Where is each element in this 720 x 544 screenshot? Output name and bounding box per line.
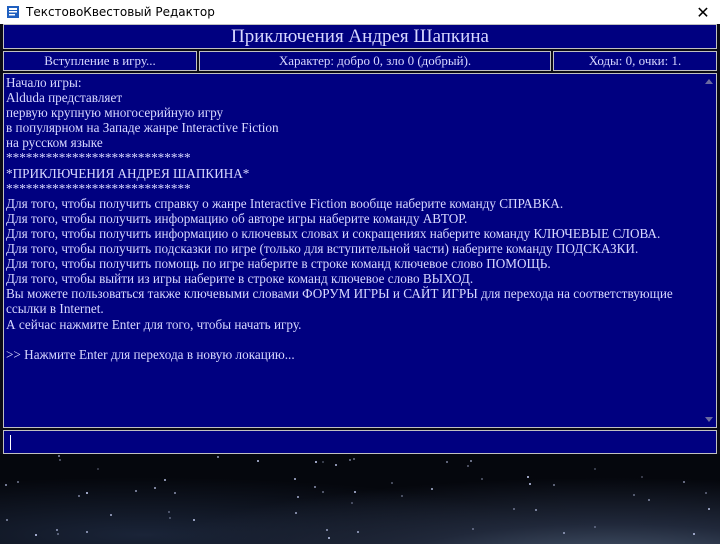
star [527, 476, 529, 478]
window-title: ТекстовоКвестовый Редактор [26, 5, 215, 19]
star [193, 519, 195, 521]
star [164, 479, 166, 481]
star [56, 529, 58, 531]
story-line: Для того, чтобы получить подсказки по иг… [6, 241, 639, 257]
star [78, 495, 80, 497]
story-line: Начало игры: [6, 75, 82, 90]
star [168, 511, 170, 513]
star [529, 483, 531, 485]
star [693, 533, 695, 535]
story-line: Alduda представляет [6, 90, 123, 106]
star [97, 468, 99, 470]
story-line: **************************** [6, 150, 191, 166]
star [5, 484, 7, 486]
star [154, 487, 156, 489]
close-icon: ✕ [696, 2, 710, 22]
star [594, 468, 596, 470]
star [708, 508, 710, 510]
story-line: в популярном на Западе жанре Interactive… [6, 120, 279, 136]
scroll-up-arrow-icon[interactable] [705, 79, 713, 84]
app-icon [7, 6, 19, 18]
star [297, 496, 299, 498]
star [641, 476, 643, 478]
star [86, 531, 88, 533]
status-chapter: Вступление в игру... [3, 51, 197, 71]
story-lines: Начало игры: Alduda представляет первую кр… [6, 75, 702, 362]
star [648, 499, 650, 501]
close-button[interactable]: ✕ [686, 0, 720, 24]
star [322, 461, 324, 463]
game-title: Приключения Андрея Шапкина [3, 24, 717, 49]
starfield-background [0, 454, 720, 544]
star [513, 508, 515, 510]
star [353, 458, 355, 460]
story-line: Вы можете пользоваться также ключевыми с… [6, 286, 673, 317]
story-line [6, 332, 702, 347]
star [357, 531, 359, 533]
star [553, 484, 555, 486]
star [594, 526, 596, 528]
star [446, 461, 448, 463]
story-line: *ПРИКЛЮЧЕНИЯ АНДРЕЯ ШАПКИНА* [6, 165, 250, 181]
star [472, 528, 474, 530]
star [6, 519, 8, 521]
scroll-down-arrow-icon[interactable] [705, 417, 713, 422]
star [257, 460, 259, 462]
star [633, 494, 635, 496]
star [326, 529, 328, 531]
star [315, 461, 317, 463]
star [354, 491, 356, 493]
star [86, 492, 88, 494]
star [110, 514, 112, 516]
star [217, 456, 219, 458]
star [17, 481, 19, 483]
star [431, 488, 433, 490]
story-line: на русском языке [6, 135, 103, 151]
story-line: А сейчас нажмите Enter для того, чтобы н… [6, 316, 302, 332]
star [294, 478, 296, 480]
star [174, 492, 176, 494]
star [35, 534, 37, 536]
story-line: Для того, чтобы получить информацию об а… [6, 210, 468, 226]
status-character: Характер: добро 0, зло 0 (добрый). [199, 51, 551, 71]
star [58, 455, 60, 457]
star [705, 492, 707, 494]
star [391, 482, 393, 484]
star [683, 481, 685, 483]
star [57, 533, 59, 535]
story-line: >> Нажмите Enter для перехода в новую ло… [6, 346, 295, 362]
story-line: Для того, чтобы получить информацию о кл… [6, 225, 661, 241]
star [535, 509, 537, 511]
star [59, 459, 61, 461]
star [135, 490, 137, 492]
story-line: Для того, чтобы получить справку о жанре… [6, 195, 564, 211]
story-line: **************************** [6, 180, 191, 196]
star [481, 478, 483, 480]
star [314, 486, 316, 488]
title-bar: ТекстовоКвестовый Редактор ✕ [0, 0, 720, 24]
story-line: первую крупную многосерийную игру [6, 105, 224, 121]
star [328, 537, 330, 539]
command-input[interactable] [10, 431, 714, 453]
client-area: Приключения Андрея Шапкина Вступление в … [0, 24, 720, 544]
star [401, 495, 403, 497]
status-moves: Ходы: 0, очки: 1. [553, 51, 717, 71]
command-line[interactable] [3, 430, 717, 454]
star [351, 502, 353, 504]
text-caret [10, 435, 11, 450]
star [335, 464, 337, 466]
star [563, 532, 565, 534]
star [470, 460, 472, 462]
vertical-scrollbar[interactable] [703, 74, 716, 427]
star [295, 512, 297, 514]
story-line: Для того, чтобы выйти из игры наберите в… [6, 271, 474, 287]
story-line: Для того, чтобы получить помощь по игре … [6, 256, 551, 272]
star [349, 459, 351, 461]
story-text-area[interactable]: Начало игры: Alduda представляет первую кр… [3, 73, 717, 428]
star [322, 491, 324, 493]
star [467, 465, 469, 467]
star [169, 517, 171, 519]
